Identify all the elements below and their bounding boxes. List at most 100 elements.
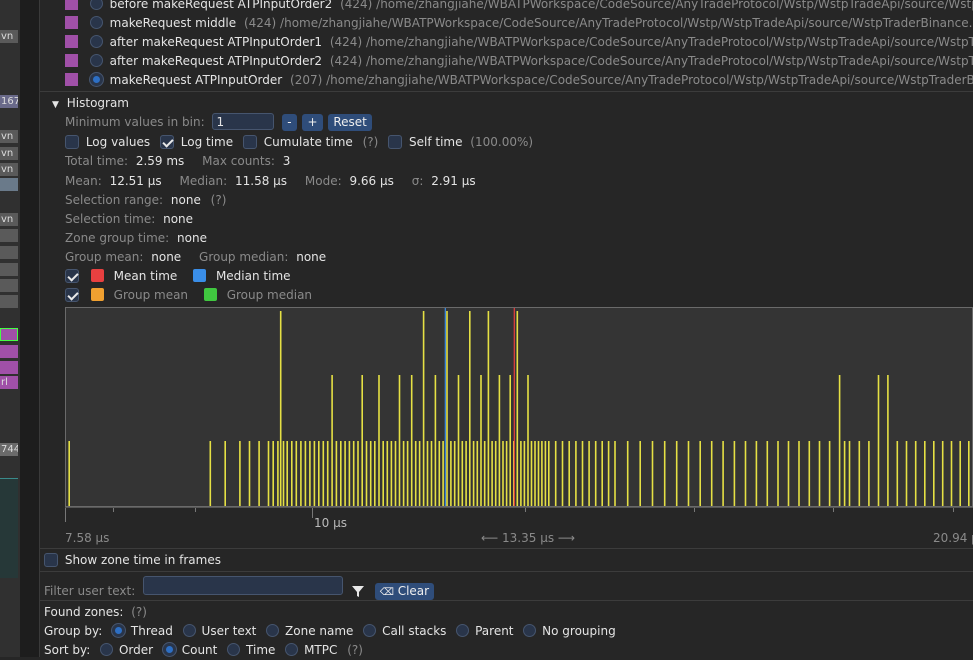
group-by-option[interactable]: Zone name [285, 624, 353, 638]
self-time-percent: (100.00%) [470, 135, 534, 149]
histogram-bar [309, 441, 311, 506]
zone-color-swatch [65, 35, 78, 48]
histogram-bar [491, 441, 493, 506]
clear-filter-button[interactable]: ⌫ Clear [374, 583, 435, 600]
filter-input[interactable] [143, 576, 344, 595]
sort-by-option[interactable]: MTPC [304, 643, 337, 657]
group-by-option[interactable]: Thread [131, 624, 173, 638]
group-by-user-text-radio[interactable] [182, 624, 196, 637]
sigma-label: σ: [411, 174, 424, 188]
histogram-bar [369, 441, 372, 506]
histogram-bar [239, 441, 241, 506]
selection-time-value: none [163, 212, 194, 226]
mean-time-checkbox[interactable] [65, 269, 79, 283]
histogram-bar [442, 441, 444, 506]
help-marker[interactable]: (?) [347, 643, 363, 657]
histogram-bar [675, 441, 678, 506]
histogram-bar [390, 441, 393, 506]
zone-group-time-label: Zone group time: [65, 231, 170, 245]
group-by-parent-radio[interactable] [456, 624, 470, 637]
log-values-checkbox[interactable] [65, 135, 79, 149]
group-by-call-stacks-radio[interactable] [363, 624, 377, 637]
histogram-bar [414, 441, 417, 506]
group-by-zone-name-radio[interactable] [266, 624, 280, 637]
reset-button[interactable]: Reset [328, 114, 372, 131]
histogram-bar [722, 441, 724, 506]
zone-radio[interactable] [89, 16, 103, 29]
histogram-bar [344, 441, 346, 506]
histogram-chart[interactable] [65, 307, 973, 507]
histogram-bar [258, 441, 260, 506]
self-time-checkbox[interactable] [388, 135, 403, 149]
group-median-value: none [296, 250, 327, 264]
histogram-bar [282, 441, 285, 506]
group-by-row: Group by: Thread User text Zone name Cal… [44, 622, 616, 641]
histogram-bar [523, 441, 526, 506]
zone-radio[interactable] [89, 35, 103, 48]
sort-by-option[interactable]: Count [182, 643, 218, 657]
median-line [444, 308, 446, 506]
axis-tick [195, 508, 196, 512]
filter-funnel-icon[interactable] [351, 584, 365, 604]
group-by-thread-radio[interactable] [112, 624, 126, 637]
histogram-bar [541, 441, 543, 506]
zone-radio-selected[interactable] [89, 73, 103, 86]
total-time-label: Total time: [65, 154, 128, 168]
mean-value: 12.51 μs [109, 174, 162, 188]
zone-list-item[interactable]: makeRequest ATPInputOrder (207) /home/zh… [65, 71, 973, 90]
group-by-option[interactable]: Call stacks [382, 624, 446, 638]
show-zone-time-checkbox[interactable] [44, 553, 58, 567]
group-stats-checkbox[interactable] [65, 288, 79, 302]
histogram-bar [581, 441, 584, 506]
sort-by-time-radio[interactable] [227, 643, 241, 656]
zone-info: (424) /home/zhangjiahe/WBATPWorkspace/Co… [329, 54, 973, 68]
histogram-bar [509, 375, 511, 506]
zone-list-item[interactable]: after makeRequest ATPInputOrder2 (424) /… [65, 52, 973, 71]
zone-list-item[interactable]: after makeRequest ATPInputOrder1 (424) /… [65, 33, 973, 52]
histogram-bar [848, 441, 851, 506]
histogram-bar [348, 441, 351, 506]
zone-radio[interactable] [89, 0, 103, 10]
sigma-value: 2.91 μs [431, 174, 476, 188]
group-by-no-grouping-radio[interactable] [523, 624, 537, 637]
histogram-bar [516, 311, 519, 506]
histogram-bar [544, 441, 547, 506]
sort-by-mtpc-radio[interactable] [285, 643, 299, 656]
sort-by-option[interactable]: Order [119, 643, 153, 657]
histogram-bar [406, 441, 409, 506]
min-bin-input[interactable]: 1 [212, 113, 275, 130]
sort-by-order-radio[interactable] [100, 643, 114, 656]
help-marker[interactable]: (?) [131, 605, 147, 619]
group-by-option[interactable]: User text [202, 624, 257, 638]
decrement-button[interactable]: - [282, 114, 297, 131]
log-time-checkbox[interactable] [159, 135, 174, 149]
histogram-bar [614, 441, 616, 506]
help-marker[interactable]: (?) [211, 193, 227, 207]
median-time-label: Median time [215, 269, 291, 283]
histogram-bar [476, 441, 479, 506]
zone-radio[interactable] [89, 54, 103, 67]
histogram-bar [352, 441, 355, 506]
increment-button[interactable]: + [302, 114, 323, 131]
left-graph [0, 478, 18, 578]
histogram-bar [469, 311, 471, 506]
sort-by-count-radio[interactable] [162, 643, 176, 656]
group-by-option[interactable]: No grouping [542, 624, 616, 638]
panel-divider[interactable] [20, 0, 40, 657]
histogram-header[interactable]: ▼ Histogram [52, 94, 129, 113]
histogram-bar [838, 375, 841, 506]
log-time-label: Log time [180, 135, 234, 149]
left-cell: vn [0, 163, 18, 176]
histogram-bar [520, 441, 522, 506]
help-marker[interactable]: (?) [363, 135, 379, 149]
histogram-bar [843, 441, 846, 506]
left-block [0, 229, 18, 242]
show-zone-time-row[interactable]: Show zone time in frames [44, 551, 221, 570]
histogram-svg [68, 308, 970, 506]
zone-list-item[interactable]: before makeRequest ATPInputOrder2 (424) … [65, 0, 973, 14]
median-label: Median: [179, 174, 228, 188]
group-by-option[interactable]: Parent [475, 624, 513, 638]
cumulate-time-checkbox[interactable] [242, 135, 257, 149]
zone-list-item[interactable]: makeRequest middle (424) /home/zhangjiah… [65, 14, 973, 33]
sort-by-option[interactable]: Time [246, 643, 275, 657]
